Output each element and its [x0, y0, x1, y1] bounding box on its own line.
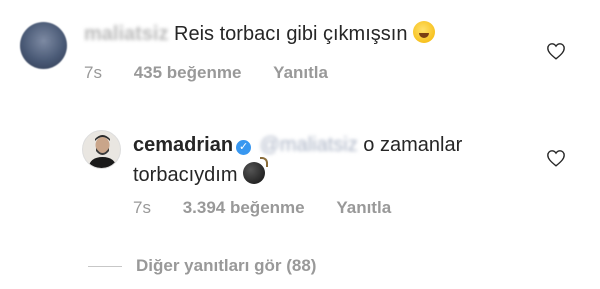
comment-1: maliatsiz Reis torbacı gibi çıkmışsın 7s…	[0, 0, 600, 100]
reply-button[interactable]: Yanıtla	[273, 63, 328, 83]
username[interactable]: maliatsiz	[84, 23, 168, 45]
bomb-icon	[243, 157, 269, 184]
face-with-tears-of-joy-icon	[413, 21, 436, 43]
heart-icon[interactable]	[546, 42, 566, 60]
more-replies-label: Diğer yanıtları gör (88)	[136, 256, 317, 275]
divider	[88, 266, 122, 268]
comment-text: maliatsiz Reis torbacı gibi çıkmışsın	[84, 19, 436, 49]
comment-meta: 7s 435 beğenme Yanıtla	[84, 63, 355, 83]
reply-button[interactable]: Yanıtla	[336, 198, 391, 218]
avatar[interactable]	[20, 22, 67, 69]
comment-body: Reis torbacı gibi çıkmışsın	[174, 23, 408, 45]
mention-link[interactable]: @maliatsiz	[260, 134, 358, 156]
timestamp: 7s	[84, 63, 102, 82]
comment-meta: 7s 3.394 beğenme Yanıtla	[133, 198, 418, 218]
verified-badge-icon: ✓	[236, 140, 252, 155]
person-icon	[88, 135, 117, 168]
comment-text: cemadrian ✓ @maliatsiz o zamanlar torbacı…	[133, 130, 533, 190]
comment-2: cemadrian ✓ @maliatsiz o zamanlar torbacı…	[0, 118, 600, 228]
likes-count[interactable]: 3.394 beğenme	[183, 198, 305, 218]
timestamp: 7s	[133, 198, 151, 217]
likes-count[interactable]: 435 beğenme	[134, 63, 242, 83]
heart-icon[interactable]	[546, 149, 566, 167]
avatar[interactable]	[82, 130, 121, 169]
view-more-replies-button[interactable]: Diğer yanıtları gör (88)	[88, 256, 316, 276]
username[interactable]: cemadrian	[133, 134, 233, 156]
